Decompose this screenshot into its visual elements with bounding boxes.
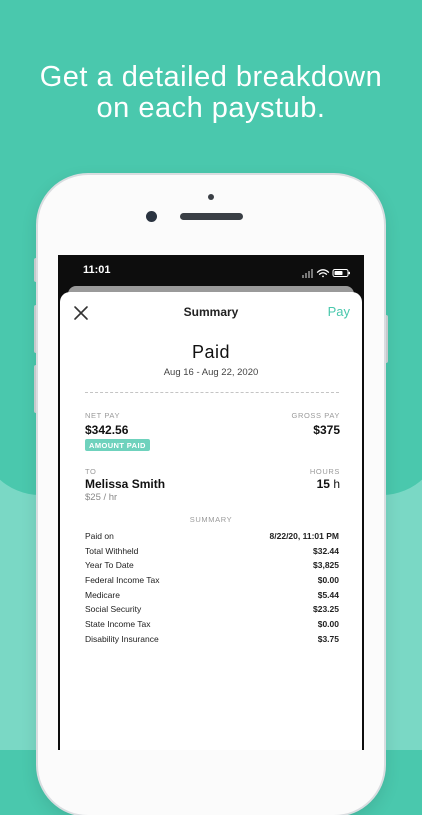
summary-row-state-income-tax: State Income Tax $0.00 [85, 619, 339, 634]
amount-paid-badge: AMOUNT PAID [85, 439, 150, 451]
summary-list: Paid on 8/22/20, 11:01 PM Total Withheld $… [85, 531, 339, 649]
row-label: Disability Insurance [85, 633, 159, 644]
row-value: $3,825 [313, 560, 339, 571]
summary-row-medicare: Medicare $5.44 [85, 590, 339, 605]
row-value: $0.00 [317, 619, 339, 630]
hours-label: HOURS [309, 467, 340, 476]
recipient-name: Melissa Smith [85, 477, 166, 491]
summary-row-federal-income-tax: Federal Income Tax $0.00 [85, 575, 339, 590]
row-label: State Income Tax [85, 619, 151, 630]
headline-line-2: on each paystub. [96, 92, 326, 124]
paystub-card: Summary Pay Paid Aug 16 - Aug 22, 2020 N… [60, 292, 362, 750]
hours-value: 15 h [317, 477, 340, 491]
hours-unit: h [329, 477, 340, 491]
hours-number: 15 [316, 477, 330, 491]
phone-screen: 11:01 Summary Pay Paid Aug 16 - Aug 22, … [58, 255, 364, 750]
status-icons [302, 265, 352, 278]
gross-pay-value: $375 [313, 423, 340, 437]
net-pay-value: $342.56 [85, 423, 129, 437]
pay-button[interactable]: Pay [328, 304, 350, 319]
to-label: TO [85, 467, 97, 476]
summary-row-year-to-date: Year To Date $3,825 [85, 560, 339, 575]
headline-line-1: Get a detailed breakdown [39, 61, 383, 93]
earpiece-speaker [180, 213, 243, 220]
proximity-sensor [208, 194, 214, 200]
headline: Get a detailed breakdown on each paystub… [0, 62, 422, 124]
row-label: Medicare [85, 589, 120, 600]
summary-row-paid-on: Paid on 8/22/20, 11:01 PM [85, 531, 339, 546]
net-pay-label: NET PAY [85, 411, 121, 420]
row-label: Total Withheld [85, 545, 139, 556]
summary-row-social-security: Social Security $23.25 [85, 604, 339, 619]
row-label: Social Security [85, 604, 142, 615]
pay-rate: $25 / hr [85, 492, 118, 503]
signal-icon [302, 269, 313, 278]
row-label: Year To Date [85, 560, 134, 571]
row-value: 8/22/20, 11:01 PM [269, 531, 339, 541]
row-label: Federal Income Tax [85, 575, 160, 586]
summary-row-total-withheld: Total Withheld $32.44 [85, 546, 339, 561]
row-value: $3.75 [317, 633, 339, 644]
paystub-status: Paid [191, 342, 231, 362]
row-label: Paid on [85, 531, 114, 541]
battery-icon [332, 269, 350, 277]
pay-period: Aug 16 - Aug 22, 2020 [163, 367, 259, 378]
front-camera-icon [146, 211, 157, 222]
summary-row-disability-insurance: Disability Insurance $3.75 [85, 634, 339, 649]
power-button [384, 315, 388, 363]
divider [85, 392, 339, 393]
summary-label: SUMMARY [189, 515, 233, 524]
row-value: $32.44 [313, 545, 339, 556]
gross-pay-label: GROSS PAY [291, 411, 340, 420]
wifi-icon [316, 269, 330, 278]
row-value: $23.25 [313, 604, 339, 615]
row-value: $0.00 [317, 575, 339, 586]
row-value: $5.44 [317, 589, 339, 600]
nav-title: Summary [183, 305, 239, 319]
status-time: 11:01 [83, 264, 111, 276]
